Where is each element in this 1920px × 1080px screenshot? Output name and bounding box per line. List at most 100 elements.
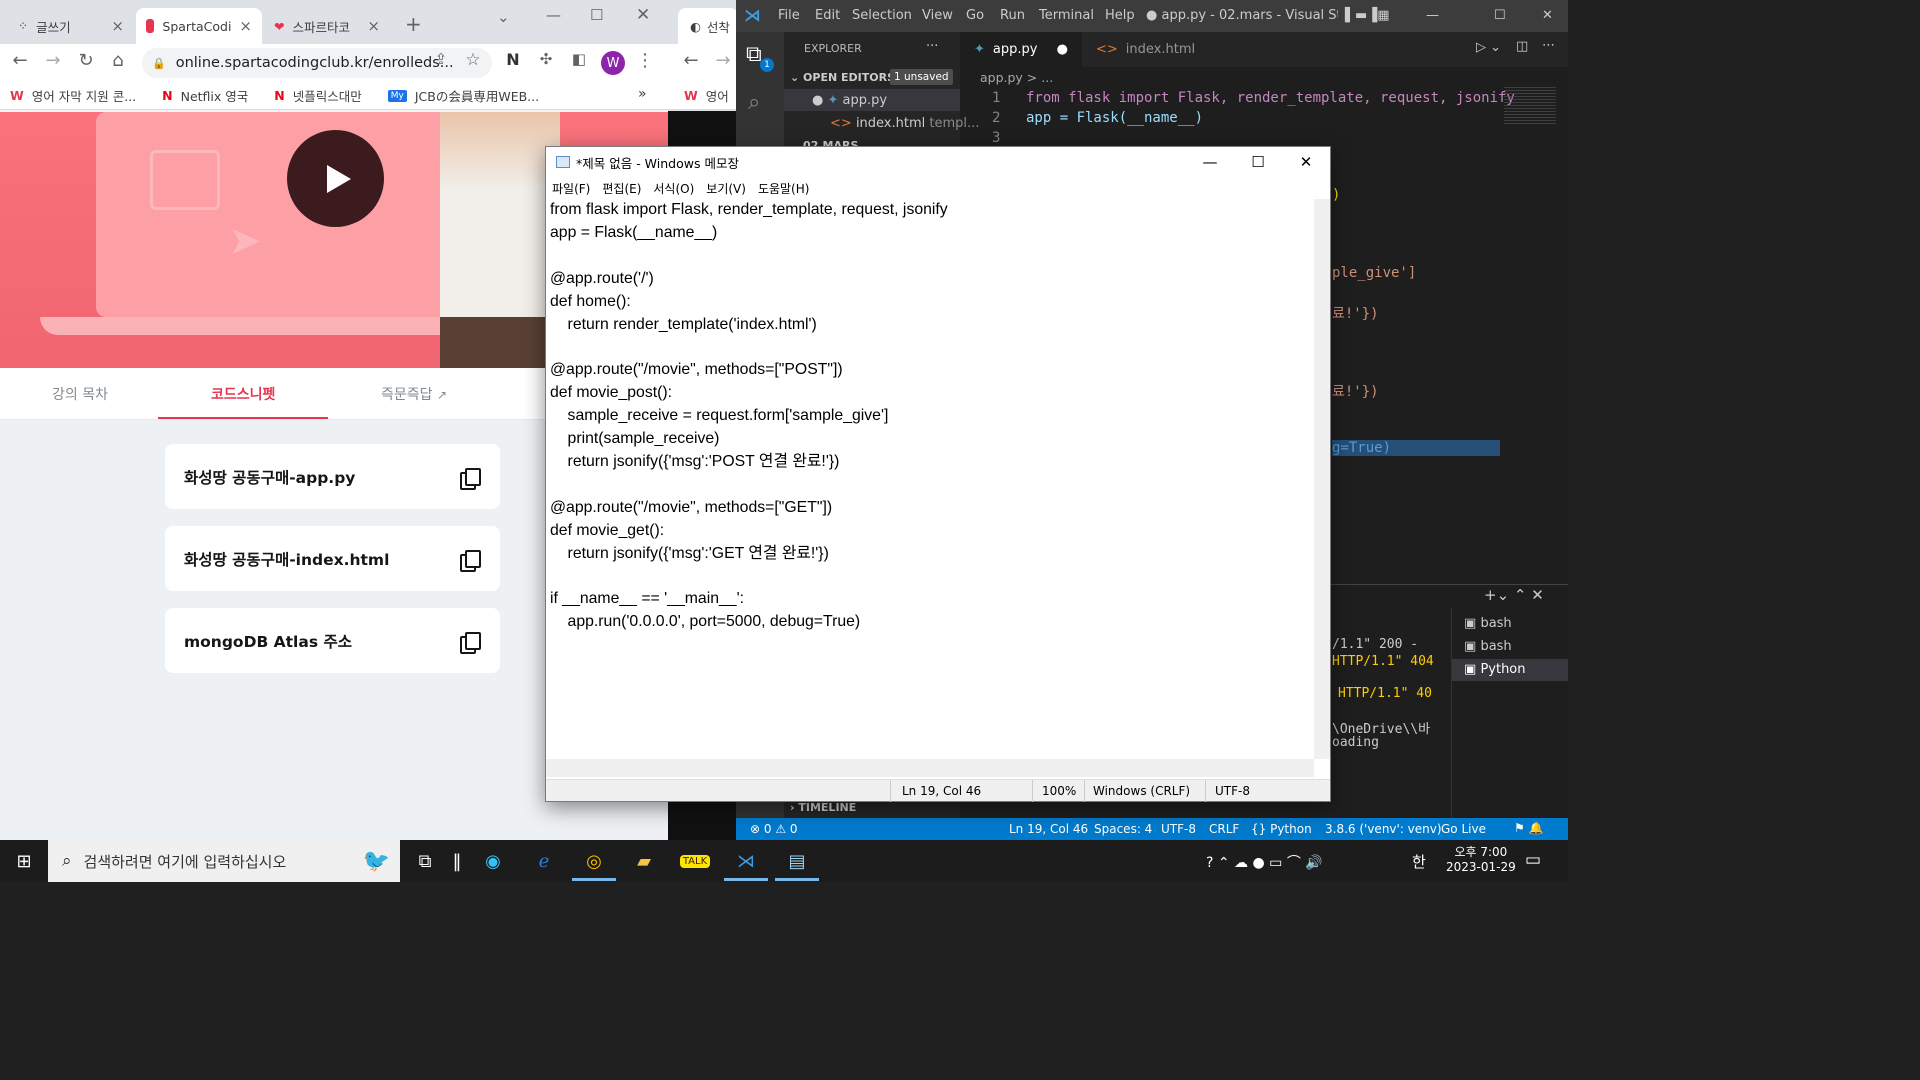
indentation[interactable]: Spaces: 4 — [1094, 822, 1152, 836]
sidepanel-icon[interactable]: ◧ — [566, 50, 592, 68]
language-mode[interactable]: {} Python — [1251, 822, 1312, 836]
edge-icon[interactable]: ◉ — [478, 847, 508, 875]
close-icon[interactable]: × — [239, 17, 252, 35]
run-icon[interactable]: ▷ ⌄ — [1476, 40, 1501, 55]
task-view-icon[interactable]: ⧉ — [410, 847, 440, 875]
terminal-item[interactable]: ▣ bash — [1464, 639, 1512, 654]
tab-curriculum[interactable]: 강의 목차 — [52, 384, 108, 404]
editor-tab-app-py[interactable]: ✦ app.py ● — [960, 32, 1082, 67]
new-tab-icon[interactable]: + — [405, 12, 422, 36]
menu-file[interactable]: File — [778, 8, 800, 23]
open-editor-item[interactable]: <> index.html templ... — [830, 116, 979, 131]
minimize-icon[interactable]: — — [1186, 147, 1234, 177]
feedback-icon[interactable]: ⚑ 🔔 — [1514, 821, 1544, 835]
terminal-actions[interactable]: +⌄ ⌃ ✕ — [1484, 586, 1544, 604]
menu-selection[interactable]: Selection — [852, 8, 912, 23]
encoding[interactable]: UTF-8 — [1161, 822, 1196, 836]
more-actions-icon[interactable]: ··· — [926, 39, 938, 54]
maximize-icon[interactable]: ☐ — [1234, 147, 1282, 177]
extension-n-icon[interactable]: N — [500, 50, 526, 69]
back-icon[interactable]: ← — [7, 50, 33, 71]
cursor-position[interactable]: Ln 19, Col 46 — [1009, 822, 1088, 836]
star-icon[interactable]: ☆ — [460, 50, 486, 70]
menu-view[interactable]: 보기(V) — [706, 180, 746, 197]
notification-icon[interactable]: ▭ — [1525, 850, 1541, 870]
home-icon[interactable]: ⌂ — [105, 50, 131, 71]
bookmark-item[interactable]: N 넷플릭스대만 — [274, 86, 361, 105]
terminal-item[interactable]: ▣ bash — [1464, 616, 1512, 631]
close-icon[interactable]: × — [367, 17, 380, 35]
code-line-1[interactable]: from flask import Flask, render_template… — [1026, 90, 1515, 106]
maximize-icon[interactable]: ☐ — [590, 6, 603, 24]
timeline-section[interactable]: › TIMELINE — [790, 801, 856, 814]
bookmark-item[interactable]: W 영어 자막 지원 콘... — [10, 86, 136, 105]
menu-format[interactable]: 서식(O) — [653, 180, 694, 197]
windows-start-icon[interactable]: ⊞ — [9, 847, 39, 875]
dirty-dot-icon[interactable]: ● — [1057, 42, 1068, 57]
copy-icon[interactable] — [460, 467, 481, 490]
browser-tab[interactable]: ◐ 선착 — [678, 8, 736, 44]
menu-help[interactable]: 도움말(H) — [758, 180, 810, 197]
browser-tab-2[interactable]: SpartaCodi × — [136, 8, 262, 44]
menu-view[interactable]: View — [922, 8, 953, 23]
split-editor-icon[interactable]: ◫ — [1516, 39, 1528, 54]
menu-terminal[interactable]: Terminal — [1039, 8, 1094, 23]
vertical-scrollbar[interactable] — [1314, 199, 1330, 759]
menu-dots-icon[interactable]: ⋮ — [632, 50, 658, 71]
minimize-icon[interactable]: — — [546, 6, 561, 24]
maximize-icon[interactable]: ☐ — [1494, 8, 1506, 23]
snippet-card[interactable]: 화성땅 공동구매-app.py — [165, 444, 500, 509]
tab-qna[interactable]: 즉문즉답 ↗ — [381, 384, 447, 404]
ime-indicator[interactable]: 한 — [1412, 851, 1426, 872]
close-window-icon[interactable]: ✕ — [636, 5, 650, 25]
horizontal-scrollbar[interactable] — [546, 759, 1314, 777]
vscode-icon[interactable]: ⋊ — [731, 847, 761, 875]
copy-icon[interactable] — [460, 631, 481, 654]
play-button[interactable] — [287, 130, 384, 227]
kakaotalk-icon[interactable]: TALK — [679, 847, 711, 875]
tray-icons[interactable]: ? ⌃ ☁ ● ▭ ⌒ 🔊 — [1206, 852, 1323, 872]
close-icon[interactable]: × — [111, 17, 124, 35]
forward-icon[interactable]: → — [710, 50, 736, 71]
menu-run[interactable]: Run — [1000, 8, 1025, 23]
more-actions-icon[interactable]: ⋯ — [1542, 38, 1555, 53]
browser-tab-1[interactable]: ⁘ 글쓰기 × — [8, 8, 134, 44]
copy-icon[interactable] — [460, 549, 481, 572]
reload-icon[interactable]: ↻ — [73, 50, 99, 71]
minimize-icon[interactable]: — — [1426, 8, 1439, 23]
tab-code-snippets[interactable]: 코드스니펫 — [211, 384, 275, 404]
python-interpreter[interactable]: 3.8.6 ('venv': venv) — [1325, 822, 1442, 836]
problems-status[interactable]: ⊗ 0 ⚠ 0 — [750, 822, 798, 836]
menu-help[interactable]: Help — [1105, 8, 1135, 23]
go-live-button[interactable]: Go Live — [1441, 822, 1486, 836]
forward-icon[interactable]: → — [40, 50, 66, 71]
browser-tab-3[interactable]: ❤ 스파르타코 × — [264, 8, 390, 44]
close-window-icon[interactable]: ✕ — [1542, 8, 1553, 23]
taskbar-search[interactable]: ⌕ 검색하려면 여기에 입력하십시오 🐦 — [48, 840, 400, 882]
clock[interactable]: 오후 7:00 2023-01-29 — [1446, 843, 1516, 874]
notepad-icon[interactable]: ▤ — [782, 847, 812, 875]
breadcrumb[interactable]: app.py > ... — [980, 70, 1053, 85]
chrome-icon[interactable]: ◎ — [579, 847, 609, 875]
search-icon[interactable]: ⌕ — [748, 90, 760, 115]
puzzle-icon[interactable]: ✣ — [533, 50, 559, 68]
terminal-item[interactable]: ▣ Python — [1464, 662, 1526, 677]
folder-icon[interactable]: ▰ — [629, 847, 659, 875]
snippet-card[interactable]: mongoDB Atlas 주소 — [165, 608, 500, 673]
profile-avatar[interactable]: W — [601, 51, 625, 75]
bookmark-item[interactable]: N Netflix 영국 — [162, 86, 248, 105]
menu-edit[interactable]: 편집(E) — [602, 180, 641, 197]
tab-search-icon[interactable]: ⌄ — [497, 8, 510, 26]
back-icon[interactable]: ← — [678, 50, 704, 71]
minimap[interactable] — [1504, 87, 1556, 125]
share-icon[interactable]: ⇪ — [428, 50, 454, 68]
bookmark-item[interactable]: My JCBの会員専用WEB... — [387, 86, 539, 105]
open-editors-section[interactable]: ⌄ OPEN EDITORS — [790, 71, 895, 84]
bookmark-item[interactable]: W 영어 — [668, 82, 736, 110]
menu-file[interactable]: 파일(F) — [552, 180, 590, 197]
line-ending[interactable]: CRLF — [1209, 822, 1239, 836]
code-line-2[interactable]: app = Flask(__name__) — [1026, 110, 1203, 126]
menu-go[interactable]: Go — [966, 8, 984, 23]
open-editor-item[interactable]: ● ✦ app.py — [812, 93, 887, 108]
notepad-text-area[interactable]: from flask import Flask, render_template… — [550, 199, 1316, 759]
